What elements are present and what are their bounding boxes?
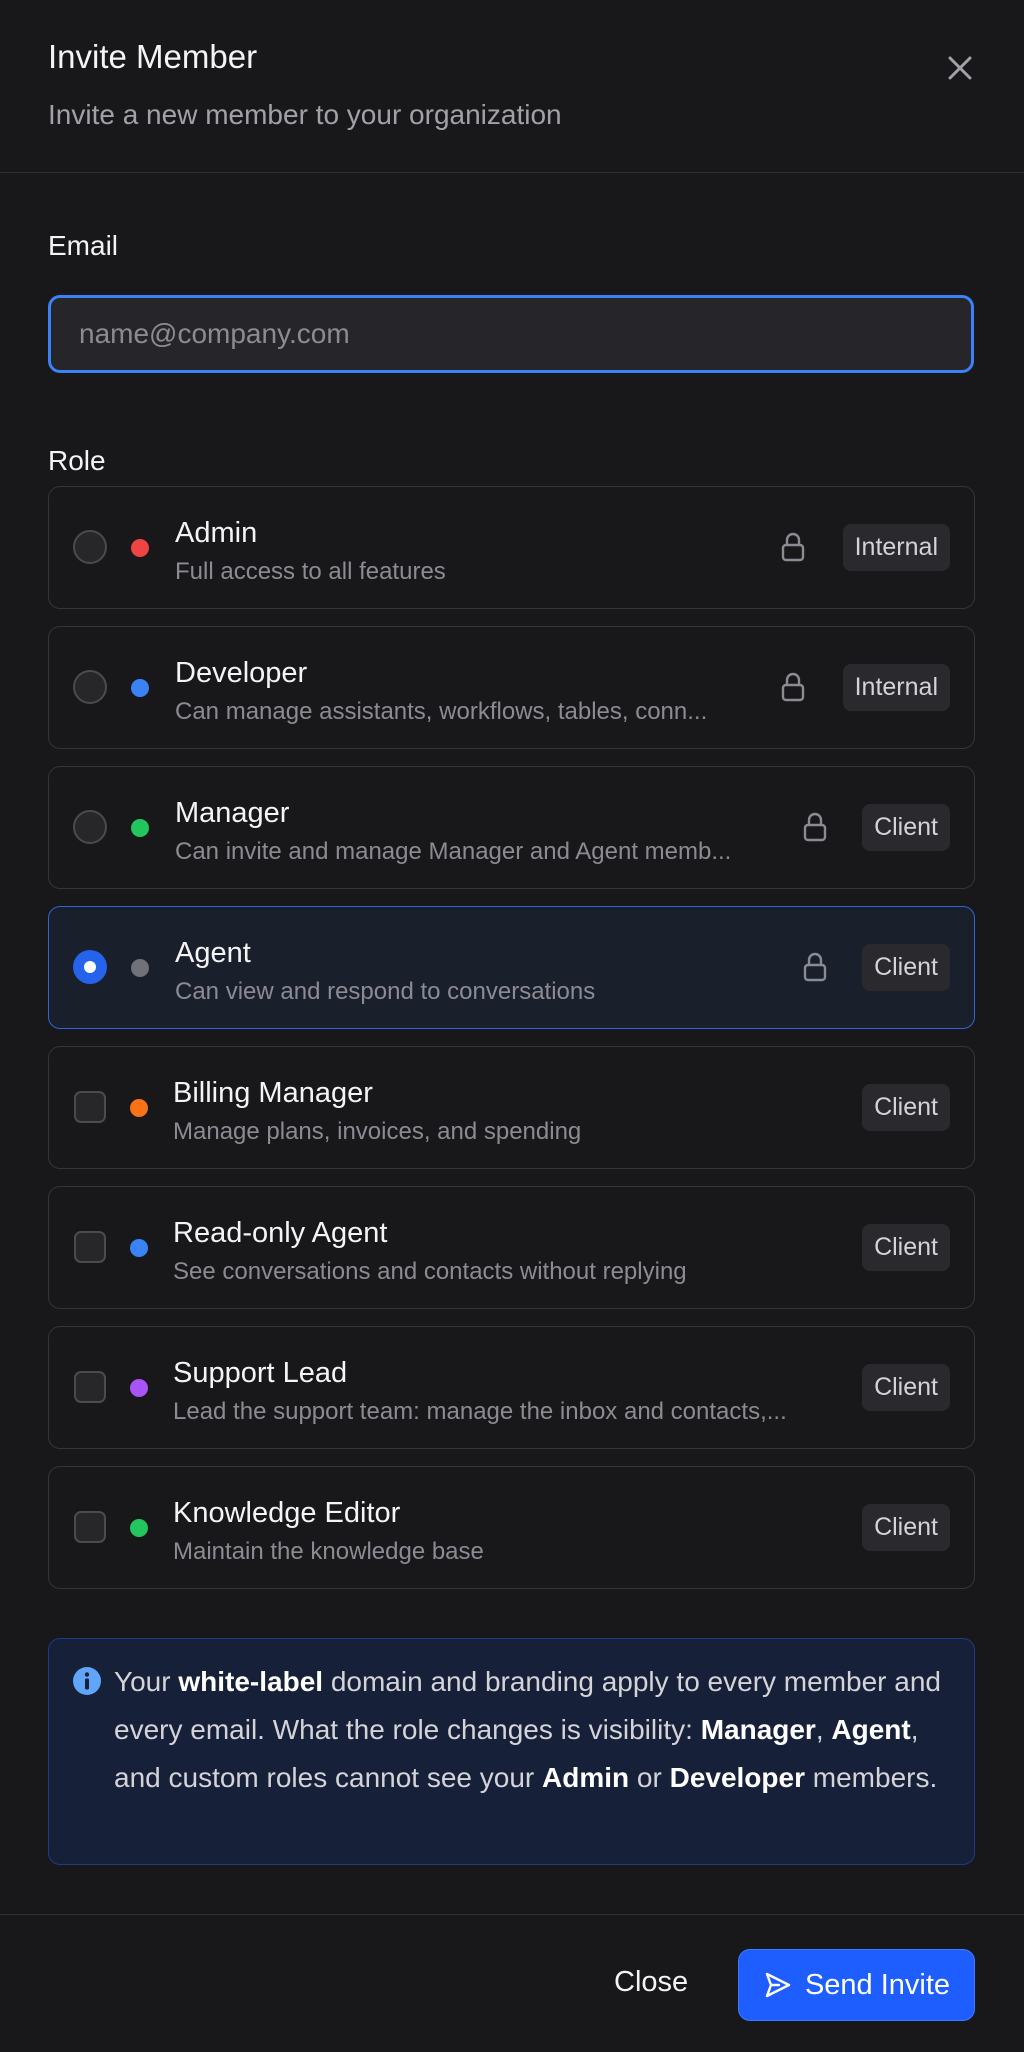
role-description: Can invite and manage Manager and Agent … [175, 838, 732, 865]
role-color-dot [131, 819, 149, 837]
role-radio[interactable] [73, 810, 107, 844]
role-checkbox[interactable] [74, 1371, 106, 1403]
role-color-dot [130, 1239, 148, 1257]
role-radio[interactable] [73, 950, 107, 984]
role-color-dot [130, 1519, 148, 1537]
info-text-segment: Your [114, 1666, 179, 1697]
role-option-support-lead[interactable]: Support Lead Lead the support team: manag… [48, 1326, 975, 1449]
close-button[interactable]: Close [592, 1945, 710, 2019]
role-description: Lead the support team: manage the inbox … [173, 1398, 787, 1425]
invite-member-dialog: Invite Member Invite a new member to you… [0, 0, 1024, 2052]
send-icon [765, 1972, 791, 1998]
lock-icon [781, 672, 805, 702]
info-emphasis: white-label [178, 1666, 324, 1697]
info-text-segment: , [815, 1714, 832, 1745]
role-scope-badge: Client [862, 1504, 950, 1551]
role-name: Manager [175, 797, 290, 829]
role-scope-badge: Client [862, 804, 950, 851]
role-option-manager[interactable]: Manager Can invite and manage Manager and… [48, 766, 975, 889]
info-text-segment: or [629, 1762, 670, 1793]
role-option-read-only-agent[interactable]: Read-only Agent See conversations and con… [48, 1186, 975, 1309]
role-name: Billing Manager [173, 1077, 373, 1109]
dialog-header: Invite Member Invite a new member to you… [0, 0, 1024, 173]
role-color-dot [130, 1379, 148, 1397]
info-emphasis: Agent [831, 1714, 911, 1745]
send-invite-label: Send Invite [804, 1968, 951, 2001]
info-emphasis: Developer [669, 1762, 805, 1793]
lock-icon [781, 532, 805, 562]
info-text-segment: members. [805, 1762, 938, 1793]
role-scope-badge: Client [862, 1364, 950, 1411]
role-color-dot [131, 539, 149, 557]
email-field[interactable] [48, 295, 974, 373]
role-description: Full access to all features [175, 558, 446, 585]
role-description: Can view and respond to conversations [175, 978, 596, 1005]
role-description: Manage plans, invoices, and spending [173, 1118, 582, 1145]
role-scope-badge: Internal [842, 524, 950, 571]
role-color-dot [130, 1099, 148, 1117]
role-name: Read-only Agent [173, 1217, 388, 1249]
info-text: Your white-label domain and branding app… [114, 1666, 941, 1793]
role-checkbox[interactable] [74, 1231, 106, 1263]
info-emphasis: Manager [700, 1714, 816, 1745]
role-color-dot [131, 679, 149, 697]
visibility-info-callout: Your white-label domain and branding app… [48, 1638, 975, 1865]
role-color-dot [131, 959, 149, 977]
role-option-admin[interactable]: Admin Full access to all features Internal [48, 486, 975, 609]
lock-icon [803, 952, 827, 982]
role-name: Developer [175, 657, 308, 689]
role-option-developer[interactable]: Developer Can manage assistants, workflow… [48, 626, 975, 749]
email-label: Email [48, 230, 119, 261]
info-icon [73, 1667, 101, 1695]
role-option-knowledge-editor[interactable]: Knowledge Editor Maintain the knowledge b… [48, 1466, 975, 1589]
role-radio[interactable] [73, 530, 107, 564]
role-radio[interactable] [73, 670, 107, 704]
role-name: Admin [175, 517, 258, 549]
role-scope-badge: Client [862, 1084, 950, 1131]
role-scope-badge: Client [862, 1224, 950, 1271]
role-scope-badge: Client [862, 944, 950, 991]
dialog-footer: Close Send Invite [0, 1914, 1024, 2052]
lock-icon [803, 812, 827, 842]
role-name: Knowledge Editor [173, 1497, 401, 1529]
role-option-billing-manager[interactable]: Billing Manager Manage plans, invoices, a… [48, 1046, 975, 1169]
dialog-title: Invite Member [48, 38, 258, 75]
role-label: Role [48, 445, 106, 476]
send-invite-button[interactable]: Send Invite [738, 1949, 975, 2021]
role-name: Agent [175, 937, 251, 969]
dialog-subtitle: Invite a new member to your organization [48, 99, 562, 130]
role-description: Can manage assistants, workflows, tables… [175, 698, 708, 725]
role-option-agent[interactable]: Agent Can view and respond to conversatio… [48, 906, 975, 1029]
role-scope-badge: Internal [842, 664, 950, 711]
close-icon[interactable] [940, 48, 980, 88]
role-name: Support Lead [173, 1357, 348, 1389]
role-checkbox[interactable] [74, 1091, 106, 1123]
role-description: See conversations and contacts without r… [173, 1258, 687, 1285]
role-checkbox[interactable] [74, 1511, 106, 1543]
info-emphasis: Admin [542, 1762, 630, 1793]
role-list: Admin Full access to all features Internal… [48, 486, 975, 1606]
role-description: Maintain the knowledge base [173, 1538, 484, 1565]
